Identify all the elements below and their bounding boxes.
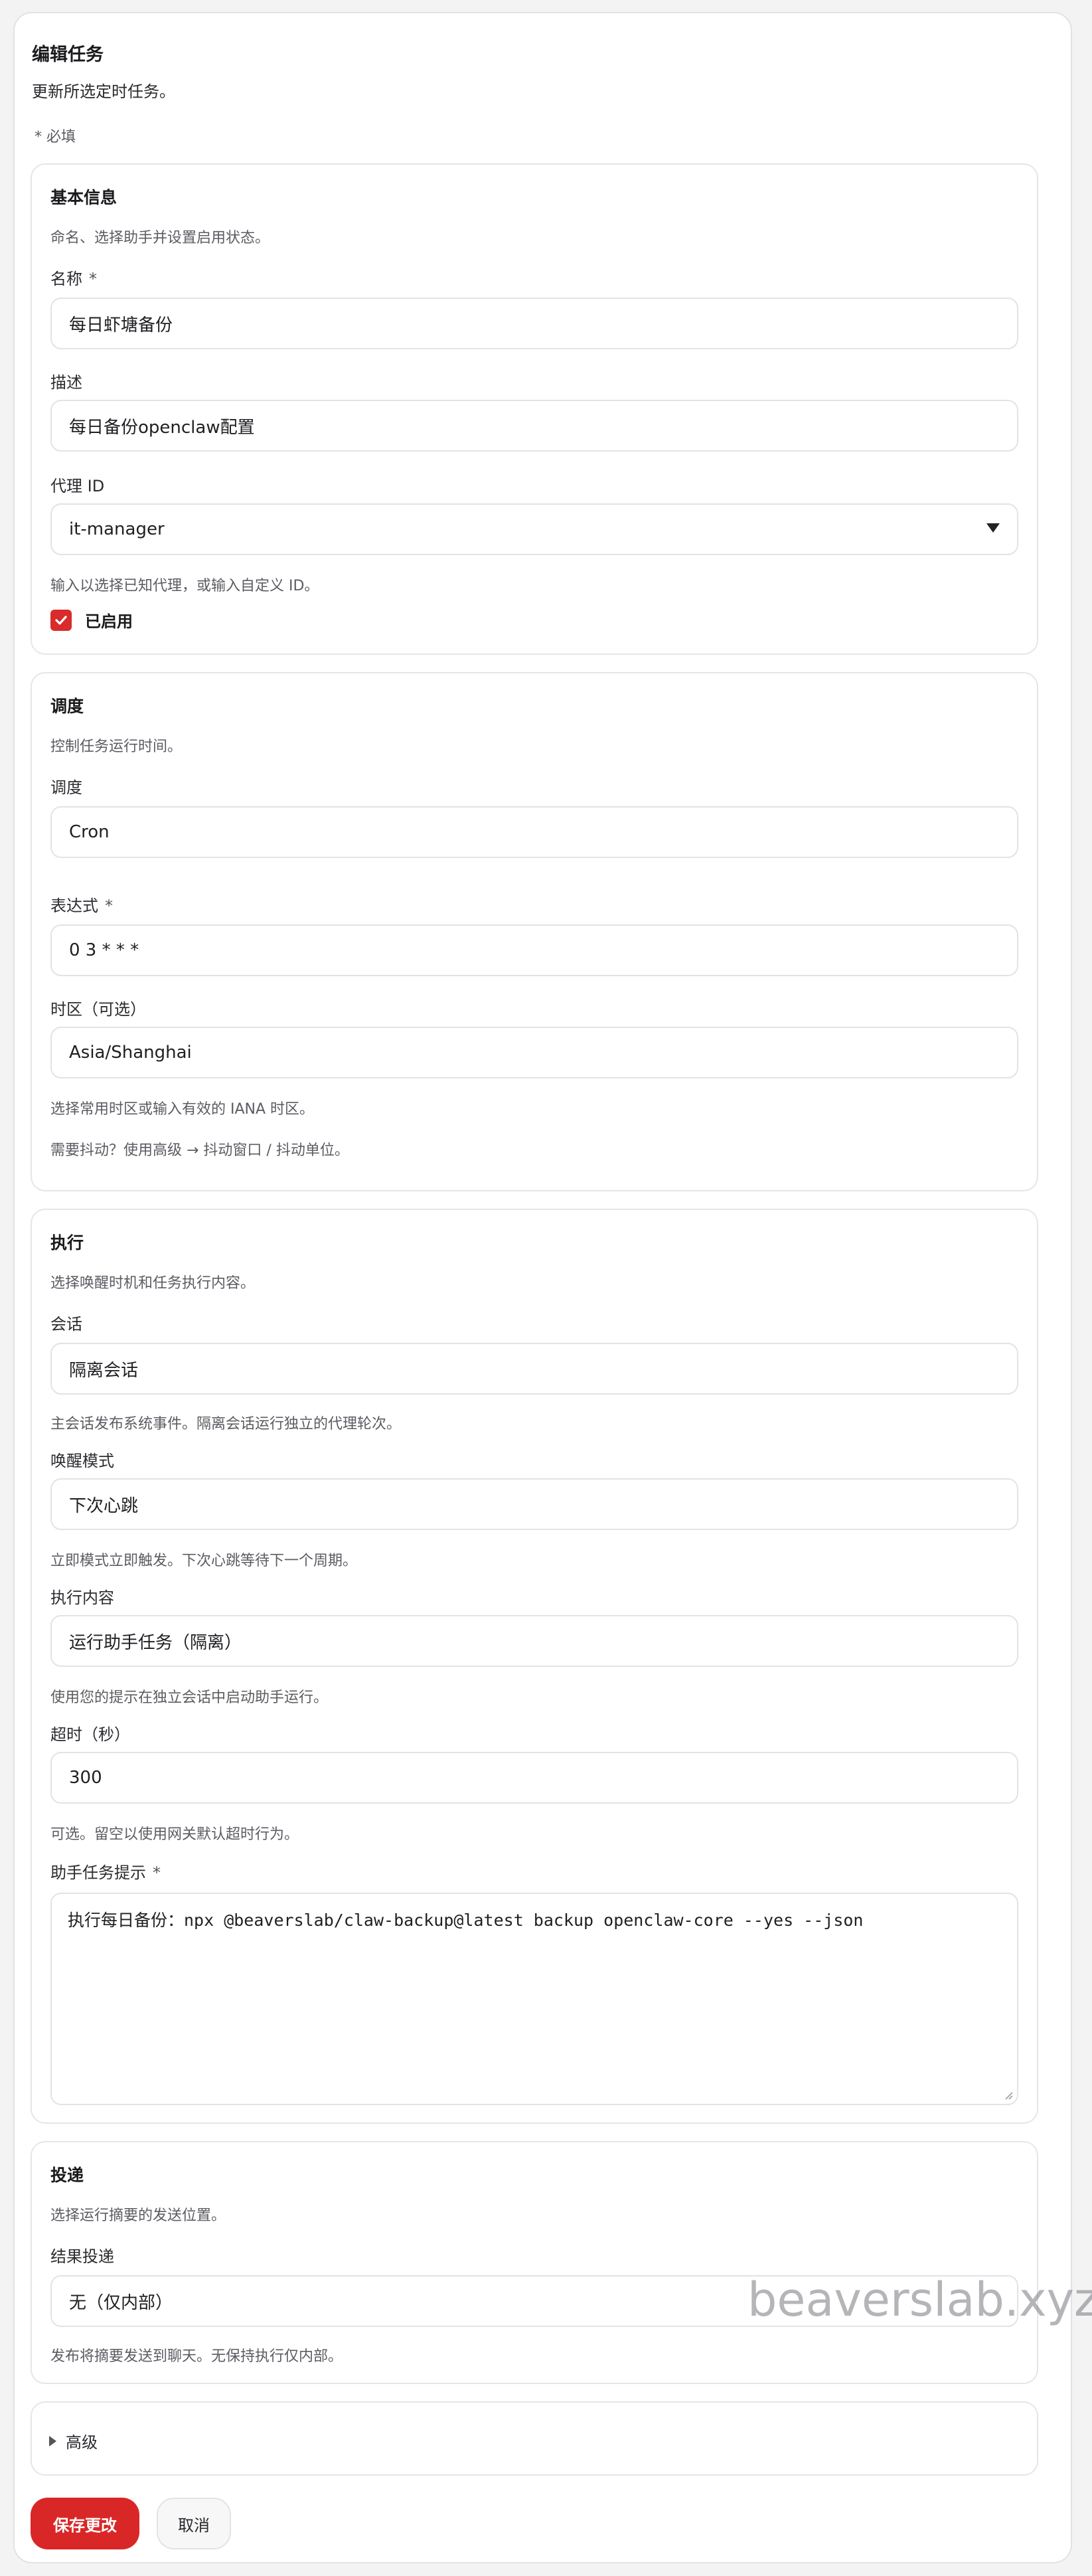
timeout-input[interactable]: 300: [50, 1752, 1018, 1804]
required-mark: *: [105, 897, 113, 915]
agent-id-help: 输入以选择已知代理，或输入自定义 ID。: [50, 578, 319, 594]
agent-id-combobox[interactable]: it-manager: [50, 503, 1018, 555]
schedule-description: 控制任务运行时间。: [50, 738, 183, 755]
wake-mode-value: 下次心跳: [69, 1496, 139, 1516]
resize-grip-icon[interactable]: [1002, 2089, 1013, 2100]
payload-select[interactable]: 运行助手任务（隔离）: [50, 1615, 1018, 1667]
cancel-button[interactable]: 取消: [157, 2498, 231, 2549]
name-label: 名称 *: [50, 266, 97, 289]
advanced-label: 高级: [66, 2433, 98, 2452]
timeout-help: 可选。留空以使用网关默认超时行为。: [50, 1826, 299, 1843]
schedule-title: 调度: [50, 697, 84, 716]
prompt-value: 执行每日备份：npx @beaverslab/claw-backup@lates…: [68, 1911, 864, 1930]
session-help: 主会话发布系统事件。隔离会话运行独立的代理轮次。: [50, 1416, 402, 1432]
expression-label: 表达式 *: [50, 893, 113, 916]
result-delivery-help: 发布将摘要发送到聊天。无保持执行仅内部。: [50, 2348, 343, 2365]
schedule-kind-value: Cron: [69, 822, 110, 842]
timezone-help: 选择常用时区或输入有效的 IANA 时区。: [50, 1101, 315, 1118]
description-input[interactable]: 每日备份openclaw配置: [50, 400, 1018, 452]
result-delivery-label: 结果投递: [50, 2247, 114, 2266]
agent-id-value: it-manager: [69, 519, 165, 539]
chevron-down-icon[interactable]: [986, 523, 1000, 533]
timeout-value: 300: [69, 1768, 102, 1788]
session-select[interactable]: 隔离会话: [50, 1343, 1018, 1395]
basic-info-card: 基本信息 命名、选择助手并设置启用状态。 名称 * 每日虾塘备份 描述 每日备份o…: [31, 163, 1038, 655]
schedule-card: 调度 控制任务运行时间。 调度 Cron 表达式 * 0 3 * * * 时区（可…: [31, 672, 1038, 1191]
watermark: beaverslab.xyz: [747, 2273, 1092, 2327]
basic-info-title: 基本信息: [50, 188, 117, 207]
description-input-value: 每日备份openclaw配置: [69, 417, 255, 438]
basic-info-description: 命名、选择助手并设置启用状态。: [50, 230, 270, 246]
check-icon: [55, 615, 67, 625]
schedule-kind-label: 调度: [50, 778, 82, 797]
execution-description: 选择唤醒时机和任务执行内容。: [50, 1275, 256, 1292]
timezone-value: Asia/Shanghai: [69, 1043, 192, 1063]
payload-value: 运行助手任务（隔离）: [69, 1632, 242, 1653]
prompt-label-text: 助手任务提示: [50, 1863, 146, 1882]
delivery-description: 选择运行摘要的发送位置。: [50, 2207, 226, 2224]
required-note: * 必填: [35, 129, 76, 145]
wake-mode-select[interactable]: 下次心跳: [50, 1478, 1018, 1530]
name-input[interactable]: 每日虾塘备份: [50, 298, 1018, 349]
payload-label: 执行内容: [50, 1589, 114, 1607]
save-changes-button[interactable]: 保存更改: [31, 2498, 139, 2549]
timezone-input[interactable]: Asia/Shanghai: [50, 1027, 1018, 1078]
schedule-kind-select[interactable]: Cron: [50, 806, 1018, 858]
agent-id-label: 代理 ID: [50, 477, 105, 495]
required-mark: *: [153, 1863, 161, 1882]
delivery-card: 投递 选择运行摘要的发送位置。 结果投递 无（仅内部） 发布将摘要发送到聊天。无…: [31, 2141, 1038, 2384]
page-subtitle: 更新所选定时任务。: [32, 82, 175, 101]
timezone-label: 时区（可选）: [50, 1000, 146, 1019]
prompt-textarea[interactable]: 执行每日备份：npx @beaverslab/claw-backup@lates…: [50, 1893, 1018, 2105]
caret-right-icon: [49, 2435, 56, 2447]
required-mark: *: [89, 270, 97, 288]
advanced-section[interactable]: 高级: [31, 2401, 1038, 2476]
name-label-text: 名称: [50, 270, 82, 288]
execution-title: 执行: [50, 1233, 84, 1252]
enabled-label: 已启用: [85, 612, 133, 631]
enabled-checkbox-row[interactable]: 已启用: [50, 608, 133, 632]
advanced-toggle[interactable]: 高级: [49, 2429, 98, 2452]
wake-mode-help: 立即模式立即触发。下次心跳等待下一个周期。: [50, 1553, 358, 1569]
timeout-label: 超时（秒）: [50, 1725, 130, 1744]
payload-help: 使用您的提示在独立会话中启动助手运行。: [50, 1689, 329, 1706]
cron-expression-value: 0 3 * * *: [69, 940, 139, 960]
expression-label-text: 表达式: [50, 897, 98, 915]
jitter-help: 需要抖动？使用高级 → 抖动窗口 / 抖动单位。: [50, 1142, 349, 1159]
enabled-checkbox[interactable]: [50, 609, 72, 631]
wake-mode-label: 唤醒模式: [50, 1452, 114, 1470]
page-title: 编辑任务: [32, 44, 104, 65]
session-label: 会话: [50, 1315, 82, 1333]
session-value: 隔离会话: [69, 1360, 139, 1381]
name-input-value: 每日虾塘备份: [69, 315, 173, 335]
edit-task-panel: 编辑任务 更新所选定时任务。 * 必填 基本信息 命名、选择助手并设置启用状态。…: [13, 12, 1092, 2563]
result-delivery-value: 无（仅内部）: [69, 2292, 173, 2313]
prompt-label: 助手任务提示 *: [50, 1859, 161, 1883]
execution-card: 执行 选择唤醒时机和任务执行内容。 会话 隔离会话 主会话发布系统事件。隔离会话…: [31, 1209, 1038, 2124]
delivery-title: 投递: [50, 2166, 84, 2185]
cron-expression-input[interactable]: 0 3 * * *: [50, 924, 1018, 976]
description-label: 描述: [50, 373, 82, 392]
